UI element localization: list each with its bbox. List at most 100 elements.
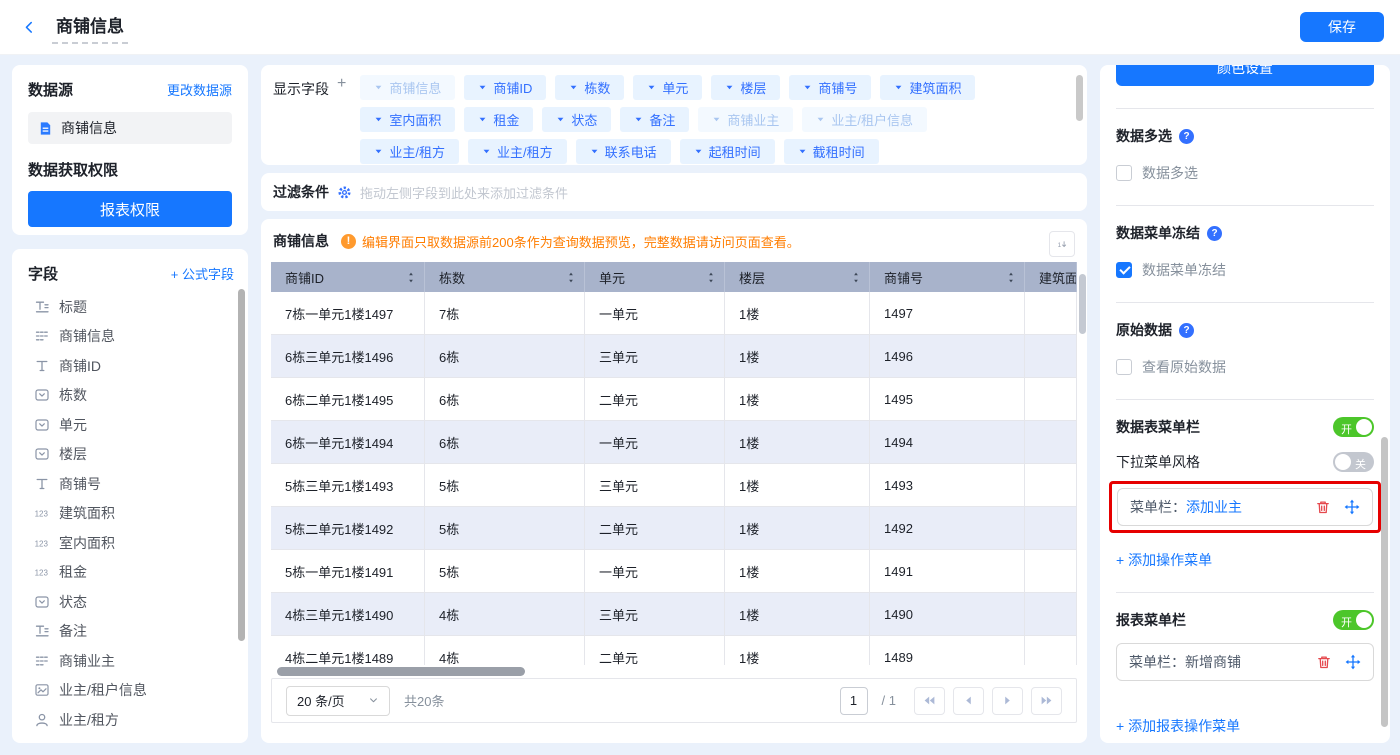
filter-placeholder[interactable]: 拖动左侧字段到此处来添加过滤条件 — [360, 183, 568, 202]
move-icon[interactable] — [1344, 499, 1360, 515]
pagination-nav — [914, 687, 1062, 715]
display-field-tag[interactable]: 商铺号 — [789, 75, 871, 100]
table-row[interactable]: 5栋二单元1楼14925栋二单元1楼1492 — [271, 507, 1077, 550]
delete-icon[interactable] — [1315, 499, 1331, 515]
menu-item-name[interactable]: 添加业主 — [1186, 497, 1242, 517]
back-button[interactable] — [16, 14, 42, 40]
display-field-tag[interactable]: 状态 — [542, 107, 611, 132]
table-scrollbar-thumb[interactable] — [1079, 274, 1086, 334]
help-icon[interactable]: ? — [1179, 129, 1194, 144]
display-fields-scrollbar-thumb[interactable] — [1076, 75, 1083, 121]
sort-carets-icon[interactable] — [566, 271, 576, 284]
horizontal-scrollbar-thumb[interactable] — [277, 667, 525, 676]
fields-scrollbar-thumb[interactable] — [238, 289, 245, 641]
column-header[interactable]: 楼层 — [725, 262, 870, 292]
display-field-tag[interactable]: 建筑面积 — [880, 75, 975, 100]
last-page-button[interactable] — [1031, 687, 1062, 715]
change-datasource-link[interactable]: 更改数据源 — [167, 80, 232, 99]
display-field-tag[interactable]: 室内面积 — [360, 107, 455, 132]
field-item[interactable]: 业主/租方 — [28, 705, 234, 735]
add-action-menu-link[interactable]: + 添加操作菜单 — [1116, 550, 1212, 570]
field-item[interactable]: 建筑面积 — [28, 499, 234, 529]
field-item[interactable]: 商铺信息 — [28, 322, 234, 352]
display-field-tag[interactable]: 业主/租方 — [468, 139, 567, 164]
sort-carets-icon[interactable] — [706, 271, 716, 284]
add-display-field-button[interactable]: + — [337, 75, 346, 93]
save-button[interactable]: 保存 — [1300, 12, 1384, 42]
table-row[interactable]: 6栋三单元1楼14966栋三单元1楼1496 — [271, 335, 1077, 378]
display-field-tag[interactable]: 商铺ID — [464, 75, 546, 100]
multi-select-checkbox-row[interactable]: 数据多选 — [1116, 163, 1374, 183]
display-field-tag[interactable]: 租金 — [464, 107, 533, 132]
multi-select-checkbox[interactable] — [1116, 165, 1132, 181]
display-field-tag[interactable]: 商铺业主 — [698, 107, 793, 132]
menu-freeze-checkbox[interactable] — [1116, 262, 1132, 278]
table-row[interactable]: 6栋二单元1楼14956栋二单元1楼1495 — [271, 378, 1077, 421]
raw-data-checkbox-row[interactable]: 查看原始数据 — [1116, 357, 1374, 377]
field-item[interactable]: 栋数 — [28, 381, 234, 411]
add-report-action-menu-link[interactable]: + 添加报表操作菜单 — [1116, 716, 1240, 736]
menu-freeze-checkbox-row[interactable]: 数据菜单冻结 — [1116, 260, 1374, 280]
sort-carets-icon[interactable] — [1006, 271, 1016, 284]
column-header[interactable]: 商铺ID — [271, 262, 425, 292]
column-header[interactable]: 栋数 — [425, 262, 585, 292]
sort-order-button[interactable] — [1049, 231, 1075, 257]
raw-data-checkbox[interactable] — [1116, 359, 1132, 375]
filter-settings-gear-icon[interactable] — [337, 185, 352, 200]
display-field-tag[interactable]: 单元 — [633, 75, 702, 100]
table-cell — [1025, 421, 1077, 464]
current-page-input[interactable]: 1 — [840, 687, 868, 715]
sort-carets-icon[interactable] — [851, 271, 861, 284]
table-row[interactable]: 5栋三单元1楼14935栋三单元1楼1493 — [271, 464, 1077, 507]
add-formula-field-link[interactable]: + 公式字段 — [171, 264, 234, 283]
table-row[interactable]: 7栋一单元1楼14977栋一单元1楼1497 — [271, 292, 1077, 335]
display-field-tag[interactable]: 备注 — [620, 107, 689, 132]
display-field-tag[interactable]: 业主/租方 — [360, 139, 459, 164]
table-menu-toggle[interactable]: 开 — [1333, 417, 1374, 437]
field-item[interactable]: 商铺号 — [28, 469, 234, 499]
display-field-tag[interactable]: 栋数 — [555, 75, 624, 100]
field-item[interactable]: 标题 — [28, 292, 234, 322]
display-field-tag[interactable]: 联系电话 — [576, 139, 671, 164]
page-size-select[interactable]: 20 条/页 — [286, 686, 390, 716]
table-row[interactable]: 4栋三单元1楼14904栋三单元1楼1490 — [271, 593, 1077, 636]
column-header[interactable]: 建筑面积 — [1025, 262, 1077, 292]
display-field-tag[interactable]: 楼层 — [711, 75, 780, 100]
field-item[interactable]: 备注 — [28, 617, 234, 647]
field-item[interactable]: 商铺ID — [28, 351, 234, 381]
field-item[interactable]: 状态 — [28, 587, 234, 617]
help-icon[interactable]: ? — [1179, 323, 1194, 338]
page-title[interactable]: 商铺信息 — [52, 10, 128, 44]
sort-carets-icon[interactable] — [406, 271, 416, 284]
dropdown-style-toggle[interactable]: 关 — [1333, 452, 1374, 472]
table-cell: 6栋 — [425, 335, 585, 378]
table-row[interactable]: 4栋二单元1楼14894栋二单元1楼1489 — [271, 636, 1077, 665]
report-permission-button[interactable]: 报表权限 — [28, 191, 232, 227]
display-field-tag[interactable]: 起租时间 — [680, 139, 775, 164]
help-icon[interactable]: ? — [1207, 226, 1222, 241]
field-item[interactable]: 单元 — [28, 410, 234, 440]
first-page-button[interactable] — [914, 687, 945, 715]
table-row[interactable]: 5栋一单元1楼14915栋一单元1楼1491 — [271, 550, 1077, 593]
display-field-tag[interactable]: 截租时间 — [784, 139, 879, 164]
prev-page-button[interactable] — [953, 687, 984, 715]
color-settings-button[interactable]: 颜色设置 — [1116, 65, 1374, 86]
field-item[interactable]: 楼层 — [28, 440, 234, 470]
field-item[interactable]: 业主/租户信息 — [28, 676, 234, 706]
field-item[interactable]: 室内面积 — [28, 528, 234, 558]
datasource-item[interactable]: 商铺信息 — [28, 112, 232, 144]
table-row[interactable]: 6栋一单元1楼14946栋一单元1楼1494 — [271, 421, 1077, 464]
field-item[interactable]: 商铺业主 — [28, 646, 234, 676]
settings-scrollbar-thumb[interactable] — [1381, 437, 1388, 727]
next-page-button[interactable] — [992, 687, 1023, 715]
display-field-tag[interactable]: 商铺信息 — [360, 75, 455, 100]
column-header[interactable]: 商铺号 — [870, 262, 1025, 292]
table-cell: 一单元 — [585, 550, 725, 593]
move-icon[interactable] — [1345, 654, 1361, 670]
menu-item-name[interactable]: 新增商铺 — [1185, 652, 1241, 672]
report-menu-toggle[interactable]: 开 — [1333, 610, 1374, 630]
column-header[interactable]: 单元 — [585, 262, 725, 292]
display-field-tag[interactable]: 业主/租户信息 — [802, 107, 927, 132]
field-item[interactable]: 租金 — [28, 558, 234, 588]
delete-icon[interactable] — [1316, 654, 1332, 670]
